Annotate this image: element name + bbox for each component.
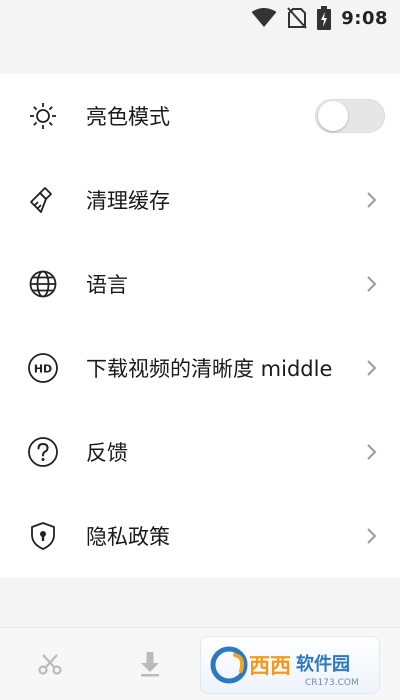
chevron-right-icon [362,359,380,377]
setting-label: 反馈 [86,441,128,465]
chevron-right-icon [362,275,380,293]
status-time: 9:08 [341,7,388,29]
bottom-nav: 西西 软件园 CR173.COM [0,627,400,700]
chevron-right-icon [362,191,380,209]
brush-icon [26,183,60,217]
setting-label: 语言 [86,273,128,297]
setting-language[interactable]: 语言 [0,242,400,326]
wifi-icon [251,8,277,28]
globe-icon [26,267,60,301]
shield-icon [26,519,60,553]
setting-video-quality[interactable]: HD 下载视频的清晰度 middle [0,326,400,410]
scissors-icon[interactable] [36,650,64,678]
chevron-right-icon [362,443,380,461]
hd-icon: HD [26,351,60,385]
setting-feedback[interactable]: 反馈 [0,410,400,494]
setting-light-mode[interactable]: 亮色模式 [0,74,400,158]
svg-text:HD: HD [34,363,52,376]
cr173-watermark-logo: 西西 软件园 CR173.COM [200,636,380,694]
toggle-knob [318,101,348,131]
setting-label: 隐私政策 [86,525,170,549]
download-icon[interactable] [136,650,164,678]
battery-charging-icon [317,6,332,30]
svg-text:软件园: 软件园 [296,653,350,675]
light-mode-toggle[interactable] [315,99,385,133]
setting-label: 亮色模式 [86,105,170,129]
setting-privacy-policy[interactable]: 隐私政策 [0,494,400,578]
help-icon [26,435,60,469]
settings-list: 亮色模式 清理缓存 语言 HD 下载视频的清晰度 middle 反馈 隐私政策 [0,74,400,578]
sun-icon [26,99,60,133]
svg-text:西西: 西西 [249,654,291,678]
chevron-right-icon [362,527,380,545]
setting-label: 清理缓存 [86,189,170,213]
no-sim-icon [287,7,307,29]
setting-clear-cache[interactable]: 清理缓存 [0,158,400,242]
status-bar: 9:08 [0,0,400,36]
svg-text:CR173.COM: CR173.COM [305,678,359,688]
setting-label: 下载视频的清晰度 middle [86,357,333,381]
